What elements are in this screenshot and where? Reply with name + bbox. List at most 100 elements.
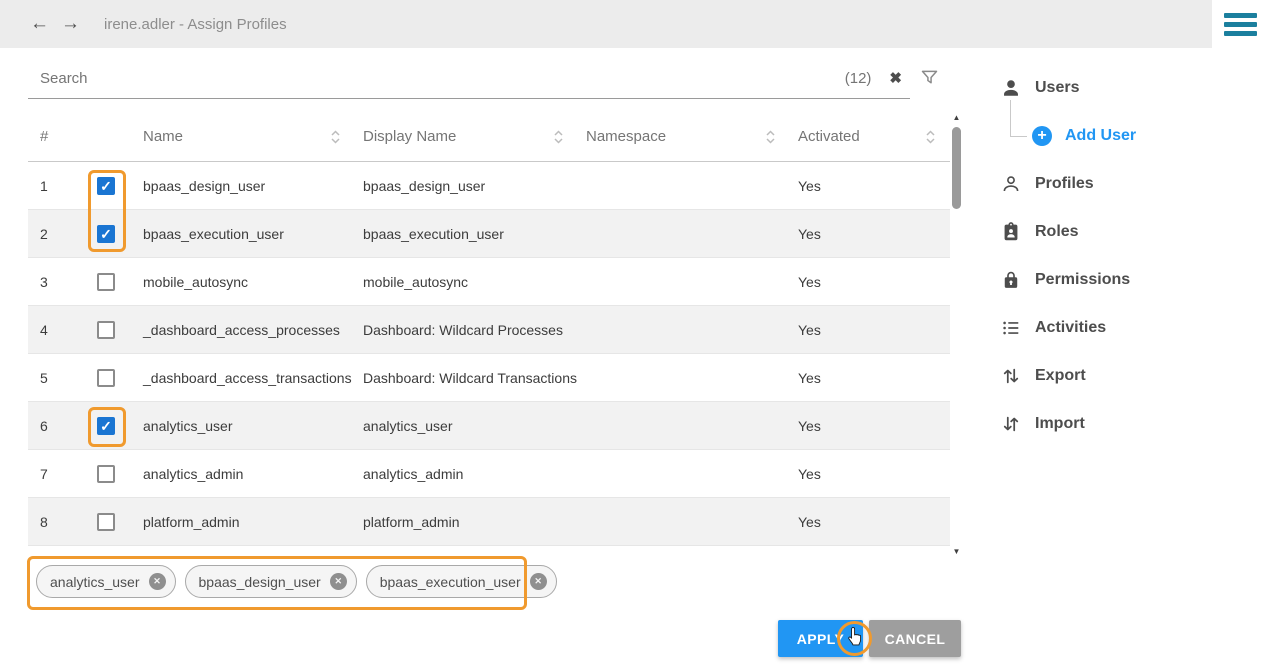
row-checkbox[interactable] — [97, 177, 115, 195]
back-icon[interactable]: ← — [30, 13, 49, 35]
chip-label: bpaas_execution_user — [380, 574, 521, 590]
column-header-display-name[interactable]: Display Name — [355, 128, 578, 145]
row-checkbox-cell — [95, 225, 135, 243]
row-display-name: bpaas_design_user — [355, 178, 578, 194]
scroll-down-icon[interactable]: ▼ — [953, 547, 961, 557]
row-activated: Yes — [790, 178, 950, 194]
sidebar-item-permissions[interactable]: Permissions — [985, 256, 1275, 304]
sort-icon[interactable] — [765, 129, 776, 145]
row-activated: Yes — [790, 514, 950, 530]
table-row[interactable]: 5 _dashboard_access_transactions Dashboa… — [28, 354, 950, 402]
sort-icon[interactable] — [925, 129, 936, 145]
row-display-name: Dashboard: Wildcard Processes — [355, 322, 578, 338]
scroll-up-icon[interactable]: ▲ — [953, 113, 961, 123]
selected-profile-chip: analytics_user — [36, 565, 176, 598]
table-row[interactable]: 1 bpaas_design_user bpaas_design_user Ye… — [28, 162, 950, 210]
table-row[interactable]: 4 _dashboard_access_processes Dashboard:… — [28, 306, 950, 354]
sidebar-item-import[interactable]: Import — [985, 400, 1275, 448]
sidebar-item-add-user[interactable]: Add User — [985, 112, 1275, 160]
table-row[interactable]: 2 bpaas_execution_user bpaas_execution_u… — [28, 210, 950, 258]
table-row[interactable]: 3 mobile_autosync mobile_autosync Yes — [28, 258, 950, 306]
scrollbar-thumb[interactable] — [952, 127, 961, 209]
profiles-icon — [1000, 173, 1022, 195]
forward-icon[interactable]: → — [61, 13, 80, 35]
column-header-activated[interactable]: Activated — [790, 128, 950, 145]
table-row[interactable]: 8 platform_admin platform_admin Yes — [28, 498, 950, 546]
selected-profiles-list: analytics_user bpaas_design_user bpaas_e… — [36, 565, 557, 598]
apply-button[interactable]: APPLY — [778, 620, 863, 657]
row-name: _dashboard_access_processes — [135, 322, 355, 338]
sidebar-item-profiles[interactable]: Profiles — [985, 160, 1275, 208]
chip-remove-icon[interactable] — [149, 573, 166, 590]
row-activated: Yes — [790, 322, 950, 338]
row-name: _dashboard_access_transactions — [135, 370, 355, 386]
add-user-icon — [1032, 126, 1052, 146]
row-display-name: platform_admin — [355, 514, 578, 530]
import-icon — [1000, 413, 1022, 435]
row-checkbox[interactable] — [97, 273, 115, 291]
row-display-name: Dashboard: Wildcard Transactions — [355, 370, 578, 386]
list-icon — [1000, 317, 1022, 339]
lock-icon — [1000, 269, 1022, 291]
column-header-namespace[interactable]: Namespace — [578, 128, 790, 145]
table-row[interactable]: 6 analytics_user analytics_user Yes — [28, 402, 950, 450]
sidebar-item-label: Activities — [1035, 319, 1106, 337]
filter-icon[interactable] — [919, 67, 940, 93]
table-row[interactable]: 7 analytics_admin analytics_admin Yes — [28, 450, 950, 498]
chip-label: bpaas_design_user — [199, 574, 321, 590]
hamburger-menu-icon[interactable] — [1221, 6, 1259, 43]
row-index: 3 — [28, 274, 95, 290]
menu-bar — [1224, 31, 1257, 36]
row-checkbox[interactable] — [97, 369, 115, 387]
sidebar-item-label: Users — [1035, 79, 1079, 97]
profiles-table: # Name Display Name Namespace Activated … — [28, 112, 950, 546]
app-window: ← → irene.adler - Assign Profiles (12) ✖… — [0, 0, 1287, 670]
search-input[interactable] — [28, 70, 845, 87]
row-checkbox[interactable] — [97, 321, 115, 339]
row-activated: Yes — [790, 466, 950, 482]
sort-icon[interactable] — [553, 129, 564, 145]
row-activated: Yes — [790, 226, 950, 242]
row-checkbox-cell — [95, 177, 135, 195]
row-index: 6 — [28, 418, 95, 434]
row-checkbox[interactable] — [97, 417, 115, 435]
row-name: analytics_user — [135, 418, 355, 434]
clear-search-icon[interactable]: ✖ — [889, 69, 902, 87]
row-name: bpaas_execution_user — [135, 226, 355, 242]
sidebar-item-export[interactable]: Export — [985, 352, 1275, 400]
row-name: analytics_admin — [135, 466, 355, 482]
chip-remove-icon[interactable] — [530, 573, 547, 590]
table-body: 1 bpaas_design_user bpaas_design_user Ye… — [28, 162, 950, 546]
sidebar-item-label: Import — [1035, 415, 1085, 433]
sidebar-item-users[interactable]: Users — [985, 64, 1275, 112]
top-header: ← → irene.adler - Assign Profiles — [0, 0, 1212, 48]
row-checkbox[interactable] — [97, 225, 115, 243]
sidebar-item-label: Add User — [1065, 127, 1136, 145]
row-checkbox[interactable] — [97, 513, 115, 531]
table-scrollbar[interactable]: ▲ ▼ — [951, 113, 962, 557]
chip-label: analytics_user — [50, 574, 140, 590]
chip-remove-icon[interactable] — [330, 573, 347, 590]
row-checkbox-cell — [95, 273, 135, 291]
selected-profile-chip: bpaas_execution_user — [366, 565, 557, 598]
menu-bar — [1224, 22, 1257, 27]
row-checkbox-cell — [95, 417, 135, 435]
result-count: (12) — [845, 70, 872, 87]
row-display-name: bpaas_execution_user — [355, 226, 578, 242]
sidebar-item-activities[interactable]: Activities — [985, 304, 1275, 352]
selected-profile-chip: bpaas_design_user — [185, 565, 357, 598]
table-header-row: # Name Display Name Namespace Activated — [28, 112, 950, 162]
sidebar-item-label: Permissions — [1035, 271, 1130, 289]
sidebar-item-label: Export — [1035, 367, 1086, 385]
cancel-button[interactable]: CANCEL — [869, 620, 961, 657]
row-activated: Yes — [790, 370, 950, 386]
sidebar-item-roles[interactable]: Roles — [985, 208, 1275, 256]
export-icon — [1000, 365, 1022, 387]
row-index: 8 — [28, 514, 95, 530]
search-bar: (12) ✖ — [28, 58, 910, 99]
row-checkbox[interactable] — [97, 465, 115, 483]
sort-icon[interactable] — [330, 129, 341, 145]
row-index: 4 — [28, 322, 95, 338]
column-header-name[interactable]: Name — [135, 128, 355, 145]
row-index: 2 — [28, 226, 95, 242]
